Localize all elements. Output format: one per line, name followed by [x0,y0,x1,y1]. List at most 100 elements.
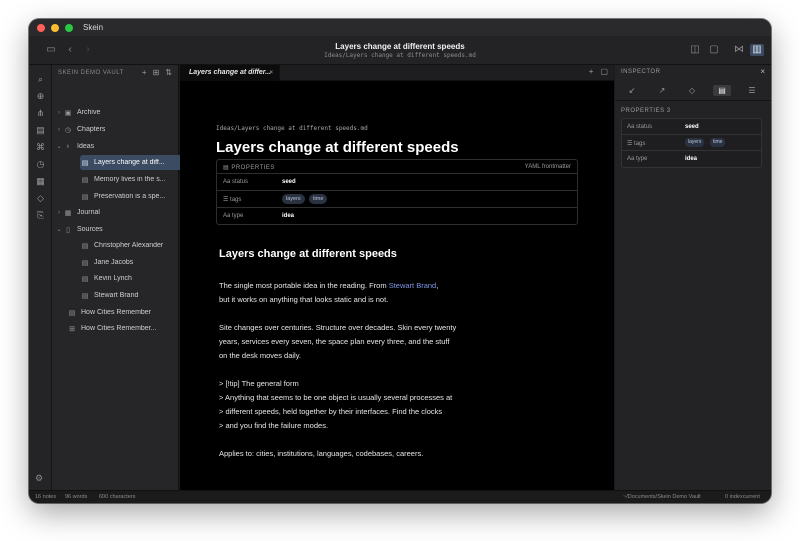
document-path: Ideas/Layers change at different speeds.… [324,52,476,59]
tree-folder-ideas[interactable]: ⌄ ♁ Ideas [55,139,176,154]
callout-line: > Anything that seems to be one object i… [219,393,453,402]
paragraph-line: but it works on anything that looks stat… [219,295,389,304]
tree-folder-chapters[interactable]: › ◷ Chapters [55,122,176,137]
inspector-row-status[interactable]: Aa status seed [622,119,761,135]
book-icon: ▯ [66,226,70,234]
grid-icon[interactable]: ▦ [33,175,48,188]
tree-folder-sources[interactable]: ⌄ ▯ Sources [55,222,176,237]
tag-icon[interactable]: ◇ [33,192,48,205]
backlinks-icon[interactable]: ↙ [623,85,641,96]
tag-chip[interactable]: layers [685,138,705,147]
tag-icon[interactable]: ◇ [683,85,701,96]
tree-folder-archive[interactable]: › ▣ Archive [55,105,176,120]
property-row-tags[interactable]: ☰ tags layers time [217,191,577,208]
inspector-panel: INSPECTOR × ↙ ↗ ◇ ▤ ☰ PROPERTIES 3 Aa st… [615,65,771,490]
tree-note-how-cities-remember[interactable]: ▤ How Cities Remember [67,305,176,320]
tag-chip[interactable]: time [710,138,726,147]
tab-layers-change[interactable]: Layers change at differ... × [180,65,280,81]
word-count: 96 words [65,494,88,500]
inspector-tabs: ↙ ↗ ◇ ▤ ☰ [615,81,771,101]
split-pane-icon[interactable]: ▢ [600,67,608,76]
tree-note-kevin-lynch[interactable]: ▤ Kevin Lynch [80,271,176,286]
page-title: Layers change at different speeds [216,139,459,156]
tree-folder-journal[interactable]: › ▦ Journal [55,205,176,220]
minimize-window-button[interactable] [51,23,59,32]
tree-note-preservation[interactable]: ▤ Preservation is a spe... [80,189,176,204]
paragraph-line: Site changes over centuries. Structure o… [219,323,457,332]
new-tab-icon[interactable]: + [589,67,594,76]
close-window-button[interactable] [37,23,45,32]
note-icon: ▤ [81,176,89,184]
calendar-icon[interactable]: ▤ [33,124,48,137]
wiki-link[interactable]: Stewart Brand [389,281,437,290]
gear-icon[interactable]: ⚙ [35,473,43,484]
tag-chip[interactable]: time [309,194,328,204]
note-icon: ▤ [81,193,89,201]
outgoing-links-icon[interactable]: ↗ [653,85,671,96]
app-title: Skein [83,23,104,32]
paragraph-line: The single most portable idea in the rea… [219,281,439,290]
property-row-status[interactable]: Aa status seed [217,174,577,191]
new-note-icon[interactable]: + [142,68,147,77]
note-icon: ▤ [81,275,89,283]
reading-mode-icon[interactable]: ◫ [688,44,702,56]
paragraph-line: years, services every seven, the space p… [219,337,450,346]
graph-icon[interactable]: ⋈ [732,44,746,56]
note-count: 16 notes [35,494,57,500]
new-folder-icon[interactable]: ⊞ [153,68,160,77]
chevron-right-icon: › [58,209,60,216]
toolbar: ▭ ‹ › Layers change at different speeds … [29,36,771,65]
tree-note-jane-jacobs[interactable]: ▤ Jane Jacobs [80,255,176,270]
inspector-section-title: PROPERTIES 3 [621,108,671,114]
chevron-down-icon: ⌄ [56,227,62,233]
note-icon: ▤ [81,292,89,300]
chevron-right-icon: › [58,109,60,116]
file-sidebar: SKEIN DEMO VAULT + ⊞ ⇅ › ▣ Archive › ◷ C… [35,65,197,490]
zoom-icon[interactable]: ⊕ [33,90,48,103]
section-heading: Layers change at different speeds [219,248,397,260]
command-icon[interactable]: ⌘ [33,141,48,154]
inspector-row-type[interactable]: Aa type idea [622,151,761,167]
callout-line: > different speeds, held together by the… [219,407,443,416]
properties-panel: ▤ PROPERTIES YAML frontmatter Aa status … [216,159,578,225]
character-count: 600 characters [99,494,136,500]
tree-canvas-how-cities-remember[interactable]: ⊞ How Cities Remember... [67,321,176,336]
property-row-type[interactable]: Aa type idea [217,208,577,225]
tree-note-christopher-alexander[interactable]: ▤ Christopher Alexander [80,238,176,253]
tag-chip[interactable]: layers [282,194,305,204]
outline-icon[interactable]: ☰ [743,85,761,96]
yaml-mode-label[interactable]: YAML frontmatter [525,164,571,170]
vault-name: SKEIN DEMO VAULT [58,70,124,76]
split-view-icon[interactable]: ▢ [707,44,721,56]
inspector-title: INSPECTOR [621,69,661,75]
callout-line: > and you find the failure modes. [219,421,329,430]
graph-view-icon[interactable]: ⋔ [33,107,48,120]
inspector-properties: Aa status seed ☰ tags layers time Aa typ… [621,118,762,168]
clock-icon[interactable]: ◷ [33,158,48,171]
chevron-down-icon: ⌄ [56,144,62,150]
properties-header[interactable]: ▤ PROPERTIES YAML frontmatter [217,160,577,174]
note-icon: ▤ [81,242,89,250]
paragraph-line: Applies to: cities, institutions, langua… [219,449,424,458]
clock-icon: ◷ [64,126,72,134]
tree-note-memory[interactable]: ▤ Memory lives in the s... [80,172,176,187]
vault-path: ~/Documents/Skein Demo Vault [623,494,701,500]
title-bar: Skein [29,19,771,36]
app-window: Skein ▭ ‹ › Layers change at different s… [29,19,771,503]
callout-line: > [!tip] The general form [219,379,299,388]
properties-icon[interactable]: ▤ [713,85,731,96]
note-icon: ▤ [68,309,76,317]
search-icon[interactable]: ⌕ [33,73,48,86]
inspector-toggle-icon[interactable]: ▥ [750,44,764,56]
inspector-row-tags[interactable]: ☰ tags layers time [622,135,761,151]
calendar-icon: ▦ [64,209,72,217]
close-icon[interactable]: × [760,67,765,76]
tree-note-stewart-brand[interactable]: ▤ Stewart Brand [80,288,176,303]
note-icon: ▤ [81,159,89,167]
zoom-window-button[interactable] [65,23,73,32]
clipboard-icon[interactable]: ⎘ [33,209,48,222]
bulb-icon: ♁ [65,143,71,150]
activity-rail: ⌕ ⊕ ⋔ ▤ ⌘ ◷ ▦ ◇ ⎘ [29,65,52,490]
close-icon[interactable]: × [269,65,273,81]
sort-icon[interactable]: ⇅ [165,68,172,77]
